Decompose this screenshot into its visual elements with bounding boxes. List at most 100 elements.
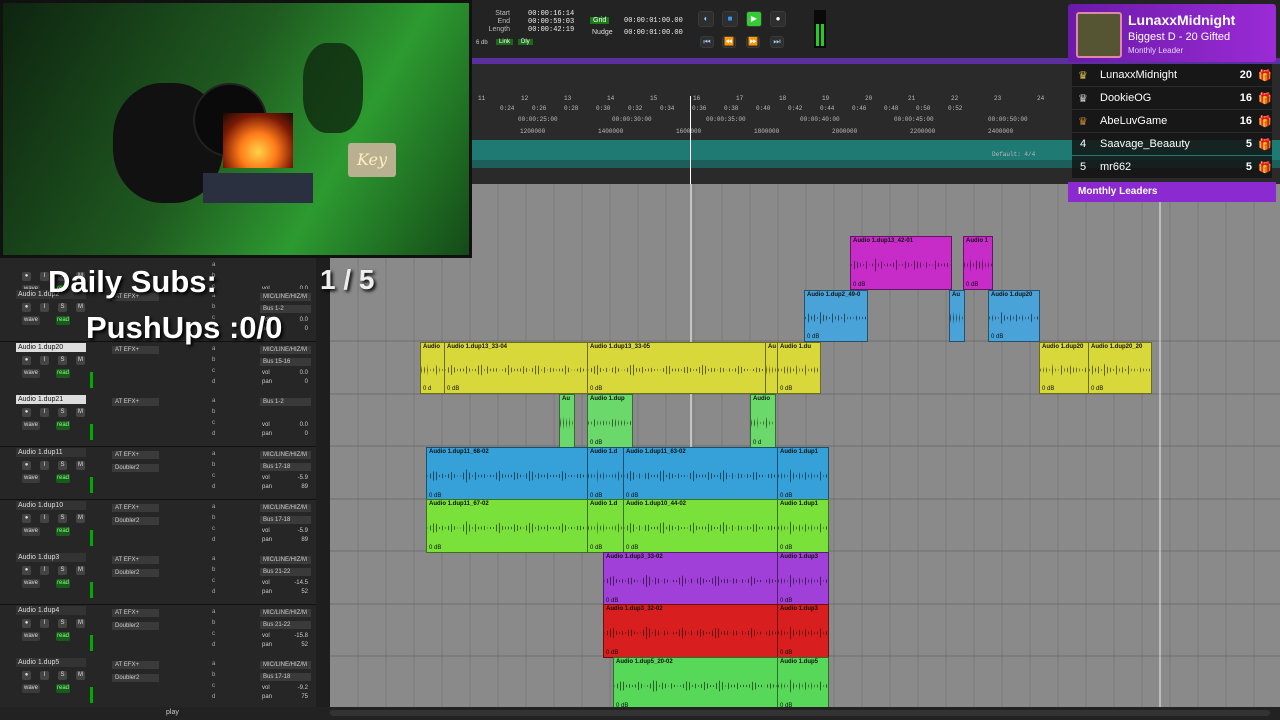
input-selector[interactable]: MIC/LINE/HIZ/M <box>260 346 311 354</box>
record-enable-button[interactable]: ● <box>22 408 31 417</box>
send-slot-a[interactable]: a <box>212 346 215 352</box>
volume-readout[interactable]: vol 0.0 <box>262 370 308 376</box>
insert-slot[interactable]: AT EFX+ <box>112 346 159 354</box>
waveform-view-selector[interactable]: wave <box>22 474 40 483</box>
solo-button[interactable]: S <box>58 566 67 575</box>
nudge-value[interactable]: 00:00:01:00.00 <box>624 29 683 37</box>
automation-read-button[interactable]: read <box>56 474 70 483</box>
send-slot-c[interactable]: c <box>212 578 215 584</box>
track-name[interactable]: Audio 1.dup3 <box>16 553 86 562</box>
audio-clip[interactable]: Audio 1.d 0 dB <box>587 447 625 501</box>
audio-clip[interactable]: Audio 1.dup3_32-02 0 dB <box>603 604 779 658</box>
waveform-view-selector[interactable]: wave <box>22 579 40 588</box>
input-selector[interactable]: MIC/LINE/HIZ/M <box>260 556 311 564</box>
output-selector[interactable]: Bus 15-16 <box>260 358 311 366</box>
insert-slot[interactable]: Doubler2 <box>112 622 159 630</box>
input-selector[interactable]: MIC/LINE/HIZ/M <box>260 451 311 459</box>
grid-label[interactable]: Grid <box>590 17 610 24</box>
end-button[interactable]: ⏭ <box>770 36 784 48</box>
send-slot-a[interactable]: a <box>212 451 215 457</box>
delay-button[interactable]: Dly <box>518 39 533 45</box>
link-button[interactable]: Link <box>496 39 514 45</box>
fastforward-button[interactable]: ⏩ <box>746 36 760 48</box>
nudge-label[interactable]: Nudge <box>592 29 613 36</box>
audio-clip[interactable]: Audio 1.dup11_63-02 0 dB <box>623 447 779 501</box>
input-monitor-button[interactable]: I <box>40 461 49 470</box>
send-slot-b[interactable]: b <box>212 462 215 468</box>
record-enable-button[interactable]: ● <box>22 619 31 628</box>
audio-clip[interactable]: Audio 1.dup3_33-02 0 dB <box>603 552 779 606</box>
record-enable-button[interactable]: ● <box>22 514 31 523</box>
send-slot-c[interactable]: c <box>212 473 215 479</box>
audio-clip[interactable]: Audio 0 d <box>420 342 446 394</box>
send-slot-d[interactable]: d <box>212 537 215 543</box>
audio-clip[interactable]: Audio 1.dup20_20 0 dB <box>1088 342 1152 394</box>
rewind-button[interactable]: ⏪ <box>722 36 736 48</box>
send-slot-d[interactable]: d <box>212 379 215 385</box>
audio-clip[interactable]: Audio 1.dup1 0 dB <box>777 447 829 501</box>
audio-clip[interactable]: Audio 0 d <box>750 394 776 448</box>
record-enable-button[interactable]: ● <box>22 461 31 470</box>
end-value[interactable]: 00:00:59:03 <box>528 18 574 26</box>
audio-clip[interactable]: Audio 1.dup1 0 dB <box>777 499 829 553</box>
mute-button[interactable]: M <box>76 566 85 575</box>
record-enable-button[interactable]: ● <box>22 303 31 312</box>
stop-button[interactable]: ■ <box>722 11 738 27</box>
audio-clip[interactable]: Audio 1.d 0 dB <box>587 499 625 553</box>
volume-readout[interactable]: vol -15.8 <box>262 633 308 639</box>
volume-readout[interactable]: vol -9.2 <box>262 685 308 691</box>
audio-clip[interactable]: Audio 1.dup13_42-01 0 dB <box>850 236 952 290</box>
audio-clip[interactable]: Audio 1.dup11_68-02 0 dB <box>426 447 588 501</box>
track-name[interactable]: Audio 1.dup20 <box>16 343 86 352</box>
volume-readout[interactable]: vol -5.9 <box>262 475 308 481</box>
pan-readout[interactable]: pan 89 <box>262 537 308 543</box>
waveform-view-selector[interactable]: wave <box>22 632 40 641</box>
audio-clip[interactable]: Audio 1.dup2_49-0 0 dB <box>804 290 868 342</box>
mute-button[interactable]: M <box>76 408 85 417</box>
solo-button[interactable]: S <box>58 356 67 365</box>
send-slot-b[interactable]: b <box>212 567 215 573</box>
edit-window[interactable]: Audio 1.dup13_42-01 0 dB Audio 10 dB Audio … <box>330 184 1280 720</box>
input-selector[interactable]: MIC/LINE/HIZ/M <box>260 293 311 301</box>
input-monitor-button[interactable]: I <box>40 408 49 417</box>
audio-clip[interactable]: Audio 1.dup 0 dB <box>587 394 633 448</box>
play-button[interactable]: ▶ <box>746 11 762 27</box>
audio-clip[interactable]: Audio 1.dup10_44-02 0 dB <box>623 499 779 553</box>
pan-readout[interactable]: pan 75 <box>262 694 308 700</box>
automation-read-button[interactable]: read <box>56 369 70 378</box>
mute-button[interactable]: M <box>76 303 85 312</box>
automation-read-button[interactable]: read <box>56 421 70 430</box>
audio-clip[interactable]: Audio 1.dup20 0 dB <box>988 290 1040 342</box>
pan-readout[interactable]: pan 89 <box>262 484 308 490</box>
audio-clip[interactable]: Audio 1.dup20 0 dB <box>1039 342 1089 394</box>
send-slot-a[interactable]: a <box>212 504 215 510</box>
send-slot-a[interactable]: a <box>212 609 215 615</box>
input-monitor-button[interactable]: I <box>40 619 49 628</box>
volume-readout[interactable]: vol -5.9 <box>262 528 308 534</box>
input-monitor-button[interactable]: I <box>40 356 49 365</box>
track-name[interactable]: Audio 1.dup11 <box>16 448 86 457</box>
send-slot-d[interactable]: d <box>212 694 215 700</box>
send-slot-c[interactable]: c <box>212 683 215 689</box>
track-name[interactable]: Audio 1.dup21 <box>16 395 86 404</box>
send-slot-a[interactable]: a <box>212 398 215 404</box>
record-enable-button[interactable]: ● <box>22 671 31 680</box>
record-enable-button[interactable]: ● <box>22 566 31 575</box>
send-slot-a[interactable]: a <box>212 661 215 667</box>
automation-read-button[interactable]: read <box>56 684 70 693</box>
insert-slot[interactable]: AT EFX+ <box>112 504 159 512</box>
length-value[interactable]: 00:00:42:19 <box>528 26 574 34</box>
automation-read-button[interactable]: read <box>56 579 70 588</box>
grid-value[interactable]: 00:00:01:00.00 <box>624 17 683 25</box>
solo-button[interactable]: S <box>58 671 67 680</box>
insert-slot[interactable]: Doubler2 <box>112 517 159 525</box>
audio-clip[interactable]: Au <box>949 290 965 342</box>
audio-clip[interactable]: Audio 1.dup13_33-05 0 dB <box>587 342 767 394</box>
send-slot-c[interactable]: c <box>212 526 215 532</box>
volume-readout[interactable]: vol -14.5 <box>262 580 308 586</box>
send-slot-d[interactable]: d <box>212 642 215 648</box>
audio-clip[interactable]: Audio 1.dup5 0 dB <box>777 657 829 711</box>
track-name[interactable]: Audio 1.dup4 <box>16 606 86 615</box>
input-monitor-button[interactable]: I <box>40 671 49 680</box>
pan-readout[interactable]: pan 52 <box>262 589 308 595</box>
